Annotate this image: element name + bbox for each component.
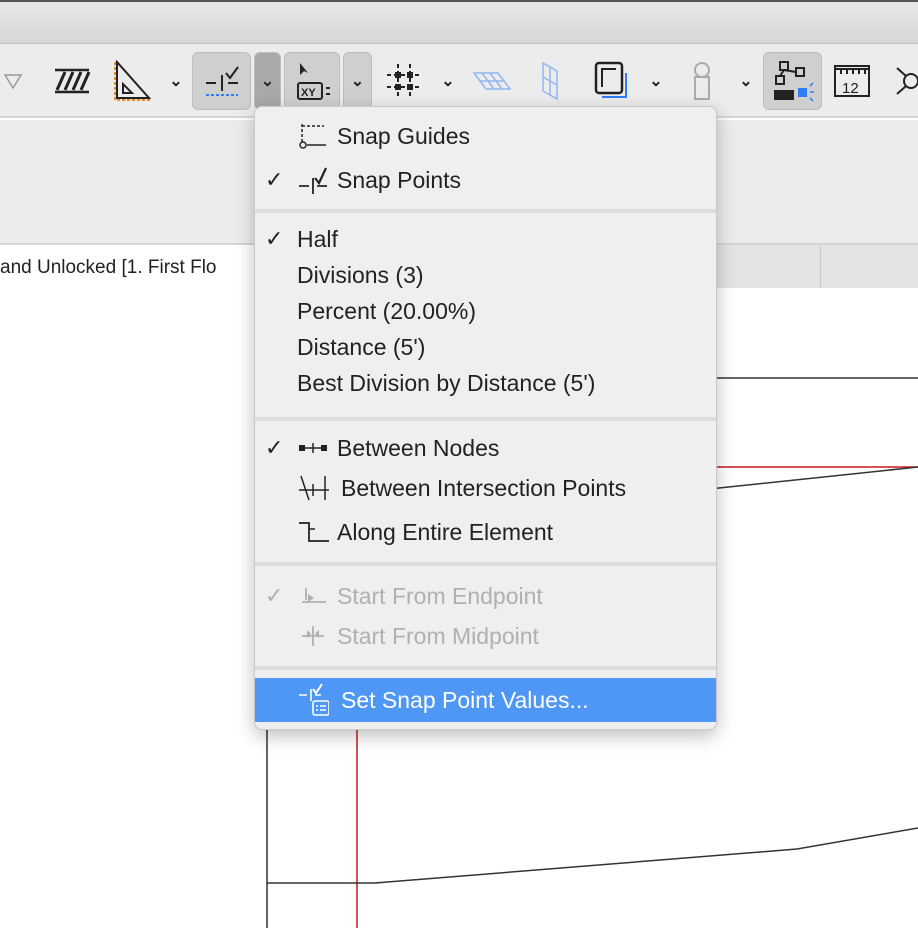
horizontal-plane-icon xyxy=(472,72,512,90)
menu-item-along-entire-element[interactable]: Along Entire Element xyxy=(255,514,716,550)
svg-text:12: 12 xyxy=(842,80,859,97)
menu-item-percent-20-00[interactable]: Percent (20.00%) xyxy=(255,293,716,329)
menu-item-label: Start From Endpoint xyxy=(337,582,543,609)
menu-item-label: Between Intersection Points xyxy=(341,474,627,501)
menu-item-label: Set Snap Point Values... xyxy=(341,686,589,713)
along-element-icon xyxy=(297,517,329,547)
menu-item-snap-points[interactable]: ✓ Snap Points xyxy=(255,162,716,198)
menu-item-start-from-endpoint: ✓ Start From Endpoint xyxy=(255,578,716,614)
chevron-down-icon: ⌄ xyxy=(649,73,663,90)
chevron-down-icon: ⌄ xyxy=(169,73,183,90)
cursor-snap-icon xyxy=(773,61,814,102)
intersection-icon xyxy=(297,473,329,503)
hatch-fill-button[interactable] xyxy=(50,52,94,110)
frame-icon xyxy=(594,61,627,98)
angle-ruler-button[interactable] xyxy=(110,52,154,110)
menu-item-start-from-midpoint: Start From Midpoint xyxy=(255,618,716,654)
midpoint-icon xyxy=(297,621,329,651)
checkmark-icon: ✓ xyxy=(265,583,284,608)
menu-separator xyxy=(255,666,716,670)
node-icon xyxy=(896,67,918,95)
wall-line xyxy=(699,466,918,491)
chevron-down-icon: ⌄ xyxy=(441,73,455,90)
snap-values-icon xyxy=(297,683,329,716)
horizontal-plane-button[interactable] xyxy=(470,52,514,110)
menu-item-between-intersection-points[interactable]: Between Intersection Points xyxy=(255,470,716,506)
svg-text:XY: XY xyxy=(301,87,316,99)
menu-item-label: Percent (20.00%) xyxy=(297,297,476,324)
tab-floor-plan[interactable]: and Unlocked [1. First Flo xyxy=(0,245,260,288)
coordinate-dropdown[interactable]: ⌄ xyxy=(343,52,372,110)
endpoint-icon xyxy=(297,581,329,611)
triangle-dropdown-button[interactable] xyxy=(0,52,26,110)
chevron-down-icon: ⌄ xyxy=(739,73,753,90)
frame-button[interactable] xyxy=(588,52,634,110)
snap-guides-icon xyxy=(297,121,329,151)
menu-item-set-snap-point-values[interactable]: Set Snap Point Values... xyxy=(255,678,716,722)
dimension-button[interactable]: 12 xyxy=(830,52,874,110)
checkmark-icon: ✓ xyxy=(265,167,284,192)
menu-item-label: Between Nodes xyxy=(337,434,500,461)
snap-points-icon xyxy=(205,66,239,96)
menu-item-divisions-3[interactable]: Divisions (3) xyxy=(255,257,716,293)
figure-icon xyxy=(694,62,710,100)
snap-points-menu: Snap Guides ✓ Snap Points ✓ Half Divisions (3… xyxy=(254,106,717,730)
more-tool-button[interactable] xyxy=(892,52,918,110)
coordinate-icon: XY xyxy=(297,63,330,100)
ruler-icon: 12 xyxy=(834,65,870,97)
menu-separator xyxy=(255,562,716,566)
menu-item-label: Snap Guides xyxy=(337,122,470,149)
menu-item-label: Snap Points xyxy=(337,166,462,193)
snap-points-icon xyxy=(297,165,329,195)
menu-item-label: Divisions (3) xyxy=(297,261,424,288)
wall-line xyxy=(267,827,918,884)
grid-snap-icon xyxy=(387,64,421,98)
menu-item-label: Start From Midpoint xyxy=(337,622,539,649)
menu-item-label: Half xyxy=(297,225,338,252)
grid-dropdown[interactable]: ⌄ xyxy=(434,52,462,110)
angle-dropdown[interactable]: ⌄ xyxy=(162,52,190,110)
figure-button[interactable] xyxy=(680,52,724,110)
menu-item-label: Distance (5') xyxy=(297,333,426,360)
grid-snap-button[interactable] xyxy=(382,52,426,110)
menu-item-distance-5[interactable]: Distance (5') xyxy=(255,329,716,365)
title-bar xyxy=(0,0,918,44)
coordinate-input-button[interactable]: XY xyxy=(284,52,340,110)
chevron-down-icon: ⌄ xyxy=(260,73,275,90)
checkmark-icon: ✓ xyxy=(265,435,284,460)
vertical-plane-icon xyxy=(542,61,558,101)
frame-dropdown[interactable]: ⌄ xyxy=(642,52,670,110)
tab-divider xyxy=(820,245,821,288)
snap-points-button[interactable] xyxy=(192,52,251,110)
set-square-icon xyxy=(114,60,152,101)
menu-item-label: Along Entire Element xyxy=(337,518,554,545)
menu-separator xyxy=(255,209,716,213)
menu-item-half[interactable]: ✓ Half xyxy=(255,221,716,257)
triangle-icon xyxy=(3,74,23,90)
snap-points-dropdown[interactable]: ⌄ xyxy=(254,52,281,110)
between-nodes-icon xyxy=(297,433,329,463)
menu-item-best-division-by-distance-5[interactable]: Best Division by Distance (5') xyxy=(255,365,716,401)
checkmark-icon: ✓ xyxy=(265,226,284,251)
figure-dropdown[interactable]: ⌄ xyxy=(732,52,760,110)
menu-item-snap-guides[interactable]: Snap Guides xyxy=(255,118,716,154)
menu-item-label: Best Division by Distance (5') xyxy=(297,369,596,396)
hatch-icon xyxy=(55,68,91,94)
vertical-plane-button[interactable] xyxy=(530,52,570,110)
menu-item-between-nodes[interactable]: ✓ Between Nodes xyxy=(255,430,716,466)
chevron-down-icon: ⌄ xyxy=(350,73,365,90)
menu-separator xyxy=(255,417,716,421)
cursor-snap-button[interactable] xyxy=(763,52,822,110)
